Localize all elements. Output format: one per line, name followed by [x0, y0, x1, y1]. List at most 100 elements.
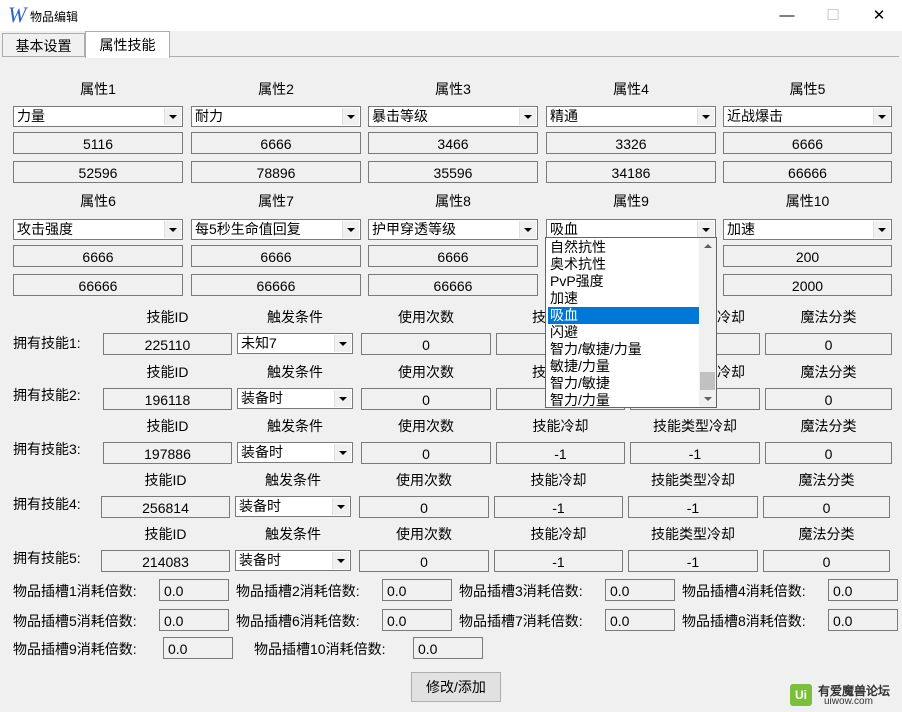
skill5-id-field[interactable]: 214083 — [101, 550, 230, 572]
slot7-field[interactable]: 0.0 — [605, 609, 675, 631]
skill5-cooldown-field[interactable]: -1 — [494, 550, 623, 572]
dropdown-option[interactable]: 吸血 — [548, 307, 700, 324]
skill4-magic-field[interactable]: 0 — [763, 496, 890, 518]
skill2-trigger-select[interactable]: 装备时 — [237, 388, 353, 409]
skill3-uses-field[interactable]: 0 — [361, 442, 491, 464]
chevron-down-icon[interactable] — [697, 108, 714, 125]
attr8-select[interactable]: 护甲穿透等级 — [368, 219, 538, 240]
attr2-value2[interactable]: 78896 — [191, 161, 361, 183]
skill1-trigger-select[interactable]: 未知7 — [237, 333, 353, 354]
chevron-down-icon[interactable] — [342, 108, 359, 125]
dropdown-option[interactable]: PvP强度 — [548, 273, 700, 290]
attr2-value1[interactable]: 6666 — [191, 132, 361, 154]
attr4-value2[interactable]: 34186 — [546, 161, 716, 183]
skill5-magic-field[interactable]: 0 — [763, 550, 890, 572]
close-button[interactable]: ✕ — [856, 0, 902, 31]
attr10-value1[interactable]: 200 — [723, 245, 892, 267]
attr3-value2[interactable]: 35596 — [368, 161, 538, 183]
skill3-type-cooldown-field[interactable]: -1 — [630, 442, 760, 464]
skill2-magic-field[interactable]: 0 — [765, 388, 892, 410]
attr1-select[interactable]: 力量 — [13, 106, 183, 127]
chevron-down-icon[interactable] — [164, 108, 181, 125]
attr9-dropdown-list[interactable]: 自然抗性 奥术抗性 PvP强度 加速 吸血 闪避 智力/敏捷/力量 敏捷/力量 智力/敏捷 智力/… — [545, 237, 717, 408]
attr6-value2[interactable]: 66666 — [13, 274, 183, 296]
attr1-value2[interactable]: 52596 — [13, 161, 183, 183]
dropdown-option[interactable]: 敏捷/力量 — [548, 358, 700, 375]
dropdown-option[interactable]: 闪避 — [548, 324, 700, 341]
slot10-field[interactable]: 0.0 — [413, 637, 483, 659]
chevron-down-icon[interactable] — [873, 108, 890, 125]
attr3-value1[interactable]: 3466 — [368, 132, 538, 154]
tab-attribute-skills[interactable]: 属性技能 — [85, 31, 170, 58]
skill5-type-cooldown-field[interactable]: -1 — [628, 550, 758, 572]
scroll-thumb[interactable] — [700, 372, 715, 390]
skill1-uses-field[interactable]: 0 — [361, 333, 491, 355]
skill4-trigger-select[interactable]: 装备时 — [235, 496, 351, 517]
dropdown-scrollbar[interactable] — [699, 238, 716, 407]
attr5-value1[interactable]: 6666 — [723, 132, 892, 154]
skill3-trigger-select[interactable]: 装备时 — [237, 442, 353, 463]
skill4-type-cooldown-field[interactable]: -1 — [628, 496, 758, 518]
chevron-down-icon[interactable] — [873, 221, 890, 238]
minimize-button[interactable]: — — [764, 0, 810, 31]
attr4-value1[interactable]: 3326 — [546, 132, 716, 154]
attr5-value2[interactable]: 66666 — [723, 161, 892, 183]
chevron-down-icon[interactable] — [342, 221, 359, 238]
chevron-down-icon[interactable] — [519, 108, 536, 125]
skill5-header-magic: 魔法分类 — [798, 526, 855, 542]
attr3-select[interactable]: 暴击等级 — [368, 106, 538, 127]
chevron-down-icon[interactable] — [334, 335, 351, 352]
chevron-down-icon[interactable] — [332, 552, 349, 569]
attr7-value2[interactable]: 66666 — [191, 274, 361, 296]
attr1-value1[interactable]: 5116 — [13, 132, 183, 154]
slot4-field[interactable]: 0.0 — [828, 579, 898, 601]
slot3-field[interactable]: 0.0 — [605, 579, 675, 601]
dropdown-option[interactable]: 自然抗性 — [548, 239, 700, 256]
scroll-down-icon[interactable] — [699, 391, 716, 407]
dropdown-option[interactable]: 智力/敏捷/力量 — [548, 341, 700, 358]
skill1-magic-field[interactable]: 0 — [765, 333, 892, 355]
attr2-select[interactable]: 耐力 — [191, 106, 361, 127]
skill2-id-field[interactable]: 196118 — [103, 388, 232, 410]
attr6-select[interactable]: 攻击强度 — [13, 219, 183, 240]
maximize-button[interactable]: ☐ — [810, 0, 856, 31]
tab-basic-settings[interactable]: 基本设置 — [2, 33, 85, 58]
attr7-value1[interactable]: 6666 — [191, 245, 361, 267]
skill4-uses-field[interactable]: 0 — [359, 496, 489, 518]
slot5-field[interactable]: 0.0 — [159, 609, 229, 631]
modify-add-button[interactable]: 修改/添加 — [411, 672, 501, 702]
attr4-select[interactable]: 精通 — [546, 106, 716, 127]
slot9-field[interactable]: 0.0 — [163, 637, 233, 659]
chevron-down-icon[interactable] — [164, 221, 181, 238]
attr10-value2[interactable]: 2000 — [723, 274, 892, 296]
dropdown-option[interactable]: 智力/力量 — [548, 392, 700, 409]
slot8-field[interactable]: 0.0 — [828, 609, 898, 631]
attr8-value2[interactable]: 66666 — [368, 274, 538, 296]
dropdown-option[interactable]: 加速 — [548, 290, 700, 307]
skill4-cooldown-field[interactable]: -1 — [494, 496, 623, 518]
chevron-down-icon[interactable] — [334, 390, 351, 407]
chevron-down-icon[interactable] — [519, 221, 536, 238]
skill4-id-field[interactable]: 256814 — [101, 496, 230, 518]
skill3-id-field[interactable]: 197886 — [103, 442, 232, 464]
dropdown-option[interactable]: 奥术抗性 — [548, 256, 700, 273]
slot2-field[interactable]: 0.0 — [382, 579, 452, 601]
attr7-select[interactable]: 每5秒生命值回复 — [191, 219, 361, 240]
slot6-field[interactable]: 0.0 — [382, 609, 452, 631]
attr6-value1[interactable]: 6666 — [13, 245, 183, 267]
slot1-field[interactable]: 0.0 — [159, 579, 229, 601]
skill5-trigger-select[interactable]: 装备时 — [235, 550, 351, 571]
attr8-value1[interactable]: 6666 — [368, 245, 538, 267]
dropdown-option[interactable]: 智力/敏捷 — [548, 375, 700, 392]
skill3-magic-field[interactable]: 0 — [765, 442, 892, 464]
chevron-down-icon[interactable] — [334, 444, 351, 461]
skill5-uses-field[interactable]: 0 — [359, 550, 489, 572]
chevron-down-icon[interactable] — [697, 221, 714, 238]
attr10-select[interactable]: 加速 — [723, 219, 892, 240]
skill2-uses-field[interactable]: 0 — [361, 388, 491, 410]
attr5-select[interactable]: 近战爆击 — [723, 106, 892, 127]
chevron-down-icon[interactable] — [332, 498, 349, 515]
skill1-id-field[interactable]: 225110 — [103, 333, 232, 355]
skill3-cooldown-field[interactable]: -1 — [496, 442, 625, 464]
scroll-up-icon[interactable] — [699, 238, 716, 254]
